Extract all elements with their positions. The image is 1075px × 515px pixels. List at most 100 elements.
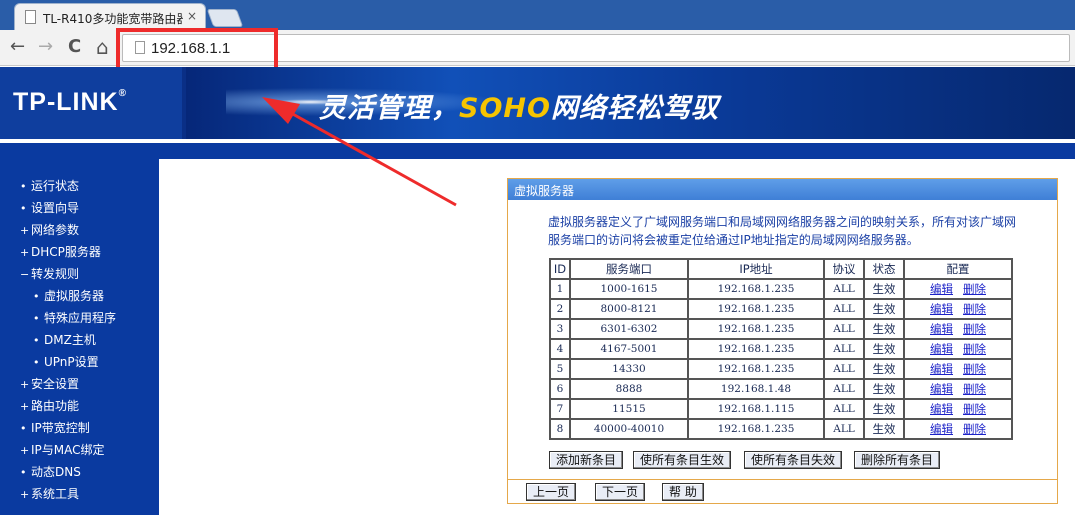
table-row: 1 1000-1615 192.168.1.235 ALL 生效 编辑 删除 <box>549 278 1013 300</box>
tab-title: TL-R410多功能宽带路由器 <box>43 12 183 26</box>
cell-config: 编辑 删除 <box>903 318 1013 340</box>
sidebar-item-label: IP与MAC绑定 <box>31 443 105 457</box>
sidebar-item-label: IP带宽控制 <box>31 421 90 435</box>
column-header-status: 状态 <box>863 258 905 280</box>
virtual-server-panel: 虚拟服务器 虚拟服务器定义了广域网服务端口和局域网网络服务器之间的映射关系，所有… <box>507 178 1058 504</box>
cell-protocol: ALL <box>823 318 865 340</box>
add-entry-button[interactable]: 添加新条目 <box>549 451 624 469</box>
delete-link[interactable]: 删除 <box>963 362 986 376</box>
cell-port: 14330 <box>569 358 689 380</box>
cell-ip: 192.168.1.48 <box>687 378 825 400</box>
delete-link[interactable]: 删除 <box>963 382 986 396</box>
table-row: 4 4167-5001 192.168.1.235 ALL 生效 编辑 删除 <box>549 338 1013 360</box>
close-icon[interactable]: × <box>187 9 197 23</box>
cell-config: 编辑 删除 <box>903 418 1013 440</box>
sidebar-item[interactable]: + 路由功能 <box>20 399 79 414</box>
back-icon[interactable]: ← <box>10 37 25 57</box>
sidebar-item-label: DHCP服务器 <box>31 245 101 259</box>
delete-link[interactable]: 删除 <box>963 342 986 356</box>
edit-link[interactable]: 编辑 <box>930 362 953 376</box>
edit-link[interactable]: 编辑 <box>930 422 953 436</box>
reload-icon[interactable]: C <box>68 37 81 57</box>
enable-all-button[interactable]: 使所有条目生效 <box>633 451 732 469</box>
cell-status: 生效 <box>863 298 905 320</box>
table-row: 7 11515 192.168.1.115 ALL 生效 编辑 删除 <box>549 398 1013 420</box>
column-header-port: 服务端口 <box>569 258 689 280</box>
sidebar-item-label: 设置向导 <box>31 201 80 215</box>
delete-link[interactable]: 删除 <box>963 322 986 336</box>
delete-link[interactable]: 删除 <box>963 302 986 316</box>
table-header-row: ID 服务端口 IP地址 协议 状态 配置 <box>549 258 1013 280</box>
cell-ip: 192.168.1.235 <box>687 358 825 380</box>
delete-all-button[interactable]: 删除所有条目 <box>854 451 941 469</box>
edit-link[interactable]: 编辑 <box>930 382 953 396</box>
home-icon[interactable]: ⌂ <box>96 37 109 57</box>
cell-config: 编辑 删除 <box>903 338 1013 360</box>
delete-link[interactable]: 删除 <box>963 282 986 296</box>
cell-port: 1000-1615 <box>569 278 689 300</box>
cell-port: 8888 <box>569 378 689 400</box>
prev-page-button[interactable]: 上一页 <box>526 483 577 501</box>
panel-divider <box>508 479 1057 480</box>
page-icon <box>25 10 36 24</box>
edit-link[interactable]: 编辑 <box>930 342 953 356</box>
sidebar-bullet-icon: • <box>20 466 27 479</box>
sidebar-item[interactable]: + 网络参数 <box>20 223 79 238</box>
cell-protocol: ALL <box>823 298 865 320</box>
sidebar-item[interactable]: • 设置向导 <box>20 201 79 216</box>
cell-protocol: ALL <box>823 338 865 360</box>
cell-protocol: ALL <box>823 278 865 300</box>
browser-tab[interactable]: TL-R410多功能宽带路由器 × <box>14 3 206 30</box>
cell-protocol: ALL <box>823 358 865 380</box>
sidebar-item[interactable]: • 特殊应用程序 <box>33 311 116 326</box>
sidebar-item-label: 转发规则 <box>31 267 80 281</box>
sidebar-item[interactable]: + DHCP服务器 <box>20 245 101 260</box>
table-row: 8 40000-40010 192.168.1.235 ALL 生效 编辑 删除 <box>549 418 1013 440</box>
sidebar-item[interactable]: • 虚拟服务器 <box>33 289 104 304</box>
edit-link[interactable]: 编辑 <box>930 282 953 296</box>
table-row: 6 8888 192.168.1.48 ALL 生效 编辑 删除 <box>549 378 1013 400</box>
help-button[interactable]: 帮 助 <box>662 483 704 501</box>
edit-link[interactable]: 编辑 <box>930 402 953 416</box>
sidebar-item[interactable]: + 安全设置 <box>20 377 79 392</box>
sidebar-item[interactable]: − 转发规则 <box>20 267 79 282</box>
cell-status: 生效 <box>863 418 905 440</box>
sidebar-bullet-icon: • <box>20 422 27 435</box>
cell-id: 7 <box>549 398 571 420</box>
sidebar-item-label: 网络参数 <box>31 223 80 237</box>
cell-port: 40000-40010 <box>569 418 689 440</box>
tp-link-logo: TP-LINK® <box>13 88 127 116</box>
cell-ip: 192.168.1.235 <box>687 298 825 320</box>
sidebar-item-label: 路由功能 <box>31 399 80 413</box>
sidebar-item[interactable]: + 系统工具 <box>20 487 79 502</box>
sidebar-item[interactable]: • IP带宽控制 <box>20 421 90 436</box>
sidebar-bullet-icon: • <box>20 202 27 215</box>
sidebar-item[interactable]: + IP与MAC绑定 <box>20 443 105 458</box>
delete-link[interactable]: 删除 <box>963 422 986 436</box>
sidebar-item[interactable]: • 动态DNS <box>20 465 81 480</box>
sidebar-bullet-icon: + <box>20 224 30 237</box>
cell-status: 生效 <box>863 318 905 340</box>
edit-link[interactable]: 编辑 <box>930 322 953 336</box>
new-tab-button[interactable] <box>206 9 244 27</box>
cell-protocol: ALL <box>823 398 865 420</box>
cell-config: 编辑 删除 <box>903 358 1013 380</box>
sidebar-item[interactable]: • DMZ主机 <box>33 333 96 348</box>
edit-link[interactable]: 编辑 <box>930 302 953 316</box>
cell-status: 生效 <box>863 338 905 360</box>
cell-config: 编辑 删除 <box>903 298 1013 320</box>
cell-ip: 192.168.1.115 <box>687 398 825 420</box>
sidebar-item[interactable]: • 运行状态 <box>20 179 79 194</box>
sidebar-item[interactable]: • UPnP设置 <box>33 355 99 370</box>
cell-ip: 192.168.1.235 <box>687 418 825 440</box>
cell-ip: 192.168.1.235 <box>687 278 825 300</box>
disable-all-button[interactable]: 使所有条目失效 <box>744 451 843 469</box>
cell-id: 8 <box>549 418 571 440</box>
sidebar-bullet-icon: + <box>20 444 30 457</box>
delete-link[interactable]: 删除 <box>963 402 986 416</box>
next-page-button[interactable]: 下一页 <box>595 483 646 501</box>
sidebar-bullet-icon: • <box>20 180 27 193</box>
forward-icon[interactable]: → <box>38 37 53 57</box>
sidebar-bullet-icon: • <box>33 312 40 325</box>
sidebar-item-label: UPnP设置 <box>44 355 99 369</box>
